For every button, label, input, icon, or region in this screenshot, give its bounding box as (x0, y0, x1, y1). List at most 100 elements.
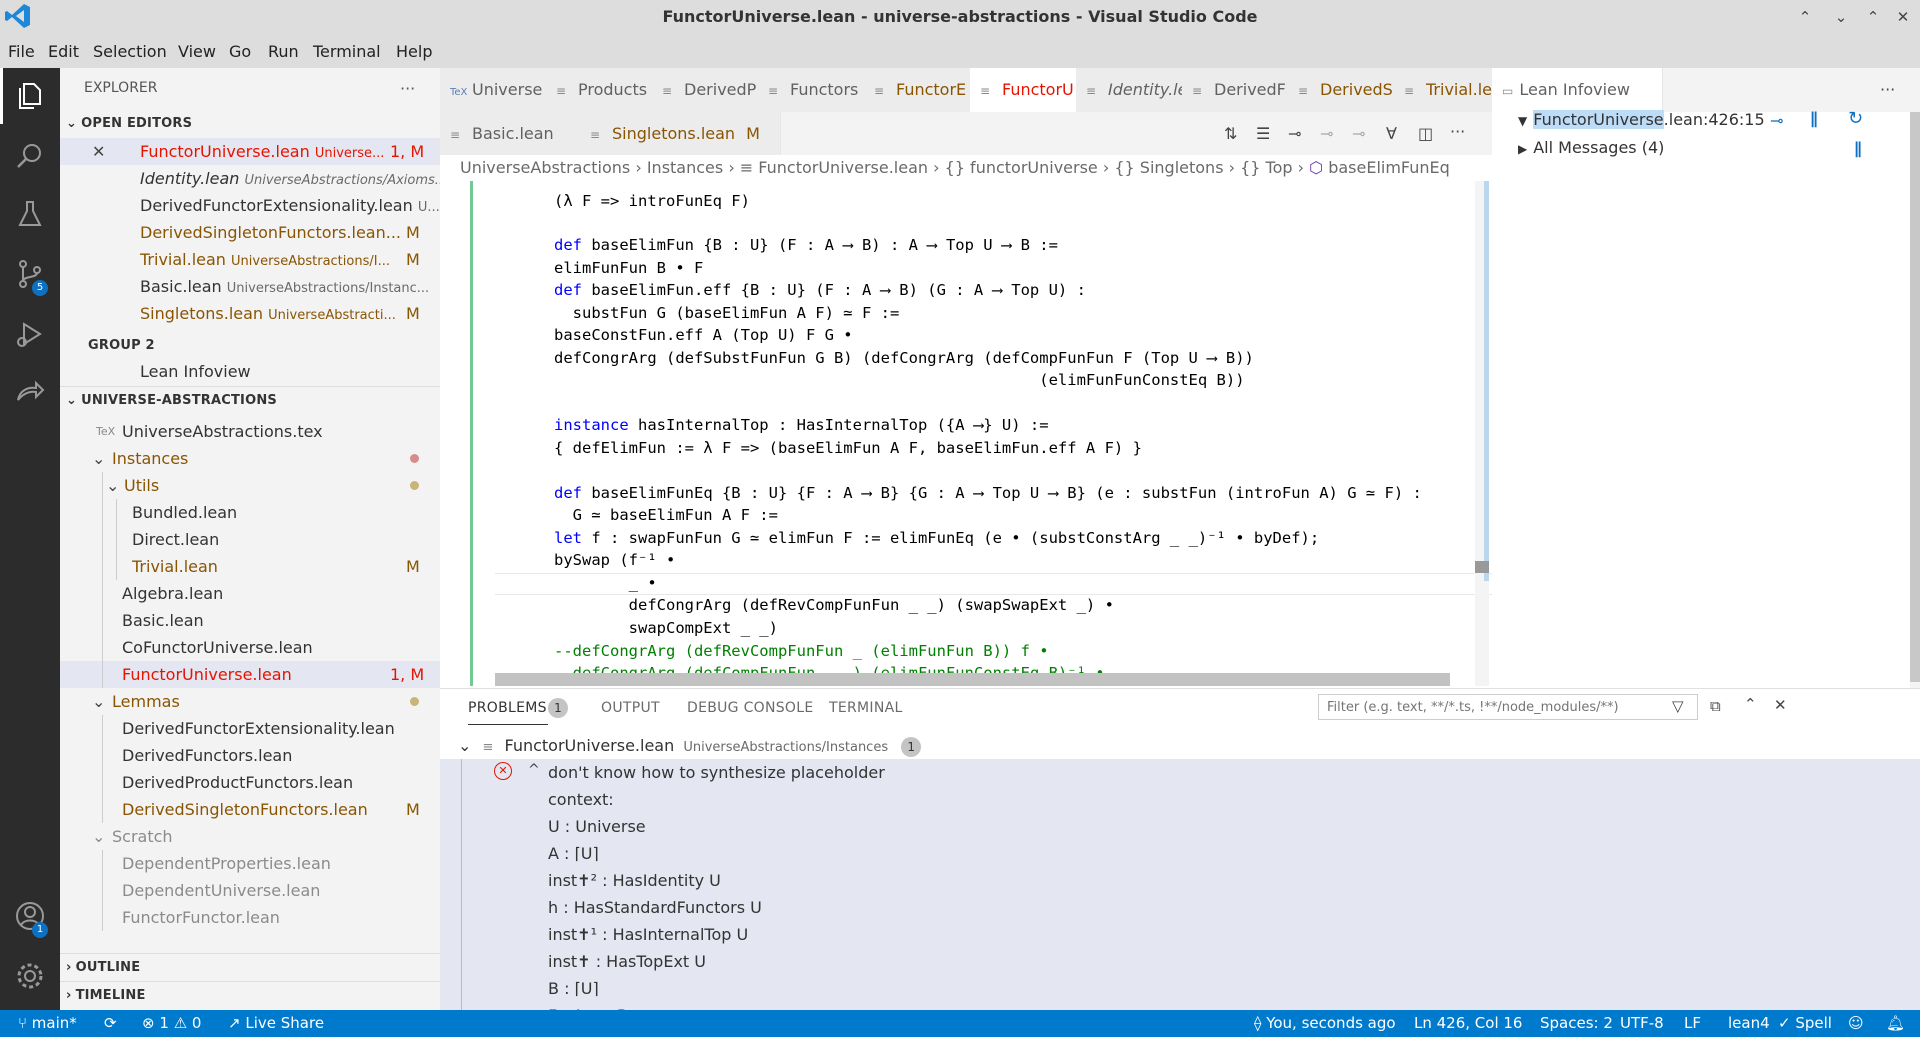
cursor-position[interactable]: Ln 426, Col 16 (1414, 1014, 1522, 1032)
editor-more-icon[interactable]: ··· (1450, 122, 1465, 141)
tree-file[interactable]: Basic.lean (60, 607, 440, 634)
tree-file[interactable]: DerivedFunctorExtensionality.lean (60, 715, 440, 742)
infoview-more-icon[interactable]: ··· (1880, 80, 1895, 99)
gear-icon[interactable] (14, 960, 46, 992)
notifications-bell-icon[interactable]: 🔔︎ (1886, 1014, 1905, 1032)
lean-infoview-icon[interactable]: ∀ (1386, 124, 1397, 143)
blame-status[interactable]: ⟠ You, seconds ago (1254, 1014, 1396, 1032)
tree-file[interactable]: CoFunctorUniverse.lean (60, 634, 440, 661)
feedback-icon[interactable]: ☺ (1848, 1014, 1864, 1032)
breadcrumb-item[interactable]: {} functorUniverse (945, 158, 1098, 177)
sync-icon[interactable]: ⟳ (104, 1014, 117, 1032)
panel-tab-problems[interactable]: PROBLEMS (468, 700, 547, 716)
breadcrumb-item[interactable]: {} Singletons (1114, 158, 1223, 177)
tab-products[interactable]: ≡ Products (546, 68, 653, 112)
close-editor-icon[interactable]: ✕ (92, 138, 105, 165)
maximize-icon[interactable]: ⌃ (1862, 6, 1884, 28)
tab-derivedp[interactable]: ≡ DerivedP (652, 68, 759, 112)
menu-view[interactable]: View (178, 42, 216, 61)
filter-icon[interactable]: ▽ (1672, 697, 1684, 715)
explorer-icon[interactable] (14, 80, 46, 112)
tree-file[interactable]: Bundled.lean (60, 499, 440, 526)
open-editor-item[interactable]: ✕ FunctorUniverse.lean Universe... 1, M (60, 138, 440, 165)
open-editor-item[interactable]: DerivedFunctorExtensionality.lean U... (60, 192, 440, 219)
tab-derivedf[interactable]: ≡ DerivedF (1182, 68, 1289, 112)
search-icon[interactable] (14, 140, 46, 172)
encoding[interactable]: UTF-8 (1620, 1014, 1664, 1032)
live-share-icon[interactable] (14, 378, 46, 410)
branch-status[interactable]: ⑂ main* (18, 1014, 77, 1032)
chevron-up-icon[interactable]: ^ (528, 762, 540, 778)
open-editor-item[interactable]: Trivial.lean UniverseAbstractions/I... M (60, 246, 440, 273)
group2-item[interactable]: Lean Infoview (60, 358, 440, 385)
menu-selection[interactable]: Selection (93, 42, 167, 61)
end-of-line[interactable]: LF (1684, 1014, 1701, 1032)
tree-folder[interactable]: ⌄ Scratch (60, 823, 440, 850)
tab-deriveds[interactable]: ≡ DerivedS (1288, 68, 1395, 112)
menu-terminal[interactable]: Terminal (313, 42, 381, 61)
pause-messages-icon[interactable]: ∥ (1854, 139, 1862, 158)
collapse-all-icon[interactable]: ⧉ (1710, 697, 1721, 715)
list-icon[interactable]: ☰ (1256, 124, 1270, 143)
close-icon[interactable]: ✕ (1892, 6, 1914, 28)
menu-go[interactable]: Go (229, 42, 251, 61)
problems-status[interactable]: ⊗ 1 ⚠ 0 (142, 1014, 201, 1032)
project-header[interactable]: ⌄ UNIVERSE-ABSTRACTIONS (60, 386, 440, 414)
tab-basic[interactable]: ≡ Basic.lean (440, 112, 581, 155)
git-next-icon[interactable]: ⊸ (1352, 124, 1365, 143)
tree-folder[interactable]: ⌄ Instances (60, 445, 440, 472)
tree-file[interactable]: FunctorFunctor.lean (60, 904, 440, 931)
tab-functore[interactable]: ≡ FunctorE (864, 68, 971, 112)
pause-icon[interactable]: ∥ (1810, 109, 1818, 128)
language-mode[interactable]: lean4 (1728, 1014, 1770, 1032)
spell-status[interactable]: ✓ Spell (1778, 1014, 1832, 1032)
minimize-icon[interactable]: ⌃ (1794, 6, 1816, 28)
close-panel-icon[interactable]: ✕ (1774, 696, 1787, 714)
menu-help[interactable]: Help (396, 42, 432, 61)
breadcrumb-item[interactable]: {} Top (1240, 158, 1292, 177)
tree-file[interactable]: DependentUniverse.lean (60, 877, 440, 904)
breadcrumb-item[interactable]: UniverseAbstractions (460, 158, 630, 177)
tab-trivial[interactable]: ≡Trivial.lea (1394, 68, 1493, 112)
tree-file-selected[interactable]: FunctorUniverse.lean 1, M (60, 661, 440, 688)
restore-icon[interactable]: ⌄ (1830, 6, 1852, 28)
open-editor-item[interactable]: DerivedSingletonFunctors.lean... M (60, 219, 440, 246)
compare-icon[interactable]: ⇅ (1224, 124, 1237, 143)
tab-universe[interactable]: TeX Universe (440, 68, 547, 112)
open-editor-item[interactable]: Basic.lean UniverseAbstractions/Instanc.… (60, 273, 440, 300)
open-editor-item[interactable]: Singletons.lean UniverseAbstracti... M (60, 300, 440, 327)
all-messages-row[interactable]: ▶ All Messages (4) (1518, 138, 1664, 157)
timeline-header[interactable]: › TIMELINE (60, 981, 440, 1009)
tree-file[interactable]: Algebra.lean (60, 580, 440, 607)
infoview-tab[interactable]: ▭ Lean Infoview (1492, 68, 1663, 112)
live-share-status[interactable]: ↗ Live Share (228, 1014, 324, 1032)
code-editor[interactable]: (λ F => introFunEq F) def baseElimFun {B… (440, 181, 1492, 686)
outline-header[interactable]: › OUTLINE (60, 953, 440, 981)
menu-run[interactable]: Run (268, 42, 299, 61)
tree-folder[interactable]: ⌄ Utils (60, 472, 440, 499)
infoview-scrollbar-thumb[interactable] (1910, 112, 1920, 682)
breadcrumb-item[interactable]: FunctorUniverse.lean (758, 158, 928, 177)
problems-filter-input[interactable] (1318, 694, 1698, 720)
horizontal-scrollbar[interactable] (495, 673, 1450, 686)
panel-tab-terminal[interactable]: TERMINAL (829, 700, 903, 716)
infoview-position-row[interactable]: ▼ FunctorUniverse.lean:426:15 (1518, 110, 1765, 129)
breadcrumb-item[interactable]: Instances (647, 158, 723, 177)
refresh-icon[interactable]: ↻ (1848, 108, 1863, 129)
problems-file-row[interactable]: ⌄ ≡ FunctorUniverse.lean UniverseAbstrac… (440, 732, 1920, 759)
open-editors-header[interactable]: ⌄ OPEN EDITORS (60, 110, 440, 137)
tab-identity[interactable]: ≡ Identity.le (1076, 68, 1183, 112)
tab-singletons[interactable]: ≡ Singletons.lean M (580, 112, 781, 155)
menu-file[interactable]: File (8, 42, 35, 61)
tab-functors[interactable]: ≡ Functors (758, 68, 865, 112)
panel-tab-output[interactable]: OUTPUT (601, 700, 660, 716)
tree-file[interactable]: Trivial.lean M (60, 553, 440, 580)
maximize-panel-icon[interactable]: ⌃ (1744, 695, 1757, 713)
menu-edit[interactable]: Edit (48, 42, 79, 61)
pin-icon[interactable]: ⊸ (1770, 111, 1783, 130)
tree-folder[interactable]: ⌄ Lemmas (60, 688, 440, 715)
explorer-more-icon[interactable]: ··· (400, 75, 430, 102)
tab-functoru[interactable]: ≡ FunctorU (970, 68, 1077, 112)
tree-file[interactable]: TeX UniverseAbstractions.tex (60, 418, 440, 445)
panel-tab-debug-console[interactable]: DEBUG CONSOLE (687, 700, 814, 716)
